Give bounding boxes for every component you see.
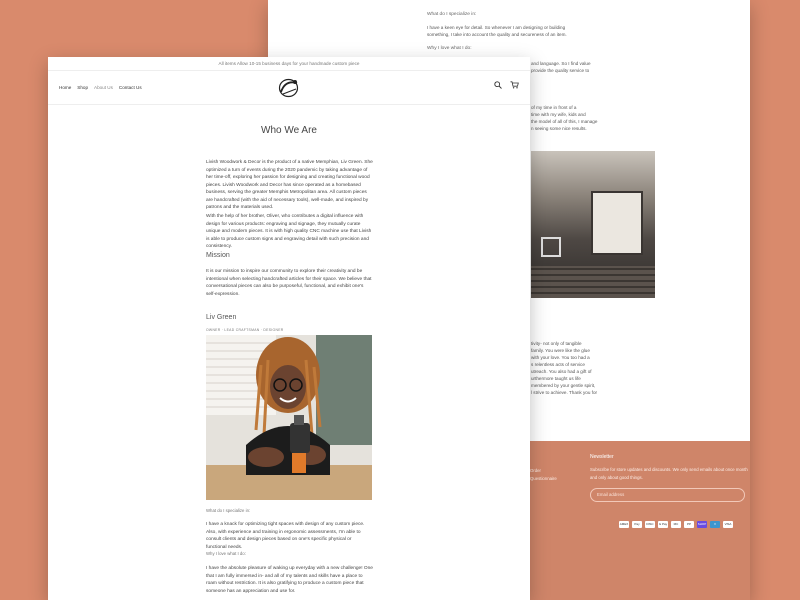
amex-icon: AMEX bbox=[619, 521, 629, 528]
person-name: Liv Green bbox=[206, 314, 237, 321]
house-window bbox=[591, 191, 643, 255]
specialize-paragraph: I have a knack for optimizing tight spac… bbox=[206, 522, 365, 550]
question-specialize: What do I specialize in: bbox=[206, 508, 251, 513]
mastercard-icon: MC bbox=[671, 521, 681, 528]
apple-pay-icon: Pay bbox=[632, 521, 642, 528]
footer-links: Order Questionnaire bbox=[530, 467, 557, 483]
payment-icons: AMEX Pay DISC G Pay MC PP SHOP V VISA bbox=[619, 521, 733, 528]
back-paragraph-1: I have a keen eye for detail. So wheneve… bbox=[427, 25, 567, 37]
back-question-love: Why I love what I do: bbox=[427, 46, 472, 51]
love-paragraph: I have the absolute pleasure of waking u… bbox=[206, 566, 373, 594]
livish-logo[interactable] bbox=[276, 77, 301, 99]
intro-paragraph: Livish Woodwork & Decor is the product o… bbox=[206, 160, 373, 210]
back-paragraph-4: tivity- not only of tangible family. You… bbox=[531, 341, 598, 395]
house-photo bbox=[531, 151, 655, 298]
mission-paragraph: It is our mission to inspire our communi… bbox=[206, 269, 372, 297]
question-love: Why I love what I do: bbox=[206, 551, 246, 556]
house-steps bbox=[531, 266, 655, 298]
discover-icon: DISC bbox=[645, 521, 655, 528]
site-header: Home Shop About Us Contact Us bbox=[48, 71, 530, 105]
portrait-photo bbox=[206, 335, 372, 500]
nav-about-us[interactable]: About Us bbox=[94, 85, 113, 90]
help-paragraph: With the help of her brother, Oliver, wh… bbox=[206, 214, 372, 249]
footer-link-questionnaire[interactable]: Questionnaire bbox=[530, 475, 557, 483]
shop-pay-icon: SHOP bbox=[697, 521, 707, 528]
header-icons bbox=[494, 81, 519, 89]
back-paragraph-3: of my time in front of a time with my wi… bbox=[531, 105, 598, 131]
back-question-specialize: What do I specialize in: bbox=[427, 12, 477, 17]
main-nav: Home Shop About Us Contact Us bbox=[59, 85, 142, 90]
nav-home[interactable]: Home bbox=[59, 85, 71, 90]
nav-contact-us[interactable]: Contact Us bbox=[119, 85, 142, 90]
portrait-illustration bbox=[206, 335, 372, 500]
front-page: All items Allow 10-15 business days for … bbox=[48, 57, 530, 600]
person-role: OWNER · LEAD CRAFTSMAN · DESIGNER bbox=[206, 328, 284, 332]
announcement-bar: All items Allow 10-15 business days for … bbox=[48, 57, 530, 71]
visa-icon: VISA bbox=[723, 521, 733, 528]
house-sign bbox=[541, 237, 561, 257]
nav-shop[interactable]: Shop bbox=[77, 85, 88, 90]
google-pay-icon: G Pay bbox=[658, 521, 668, 528]
newsletter-text: Subscribe for store updates and discount… bbox=[590, 467, 748, 480]
mission-heading: Mission bbox=[206, 252, 230, 259]
paypal-icon: PP bbox=[684, 521, 694, 528]
cart-icon[interactable] bbox=[510, 81, 519, 89]
page-title: Who We Are bbox=[261, 125, 317, 136]
search-icon[interactable] bbox=[494, 81, 502, 89]
back-paragraph-2: and language. So I find value provide th… bbox=[531, 61, 591, 73]
venmo-icon: V bbox=[710, 521, 720, 528]
newsletter-email-input[interactable]: Email address bbox=[590, 488, 745, 502]
newsletter-title: Newsletter bbox=[590, 454, 614, 460]
footer-link-order[interactable]: Order bbox=[530, 467, 557, 475]
